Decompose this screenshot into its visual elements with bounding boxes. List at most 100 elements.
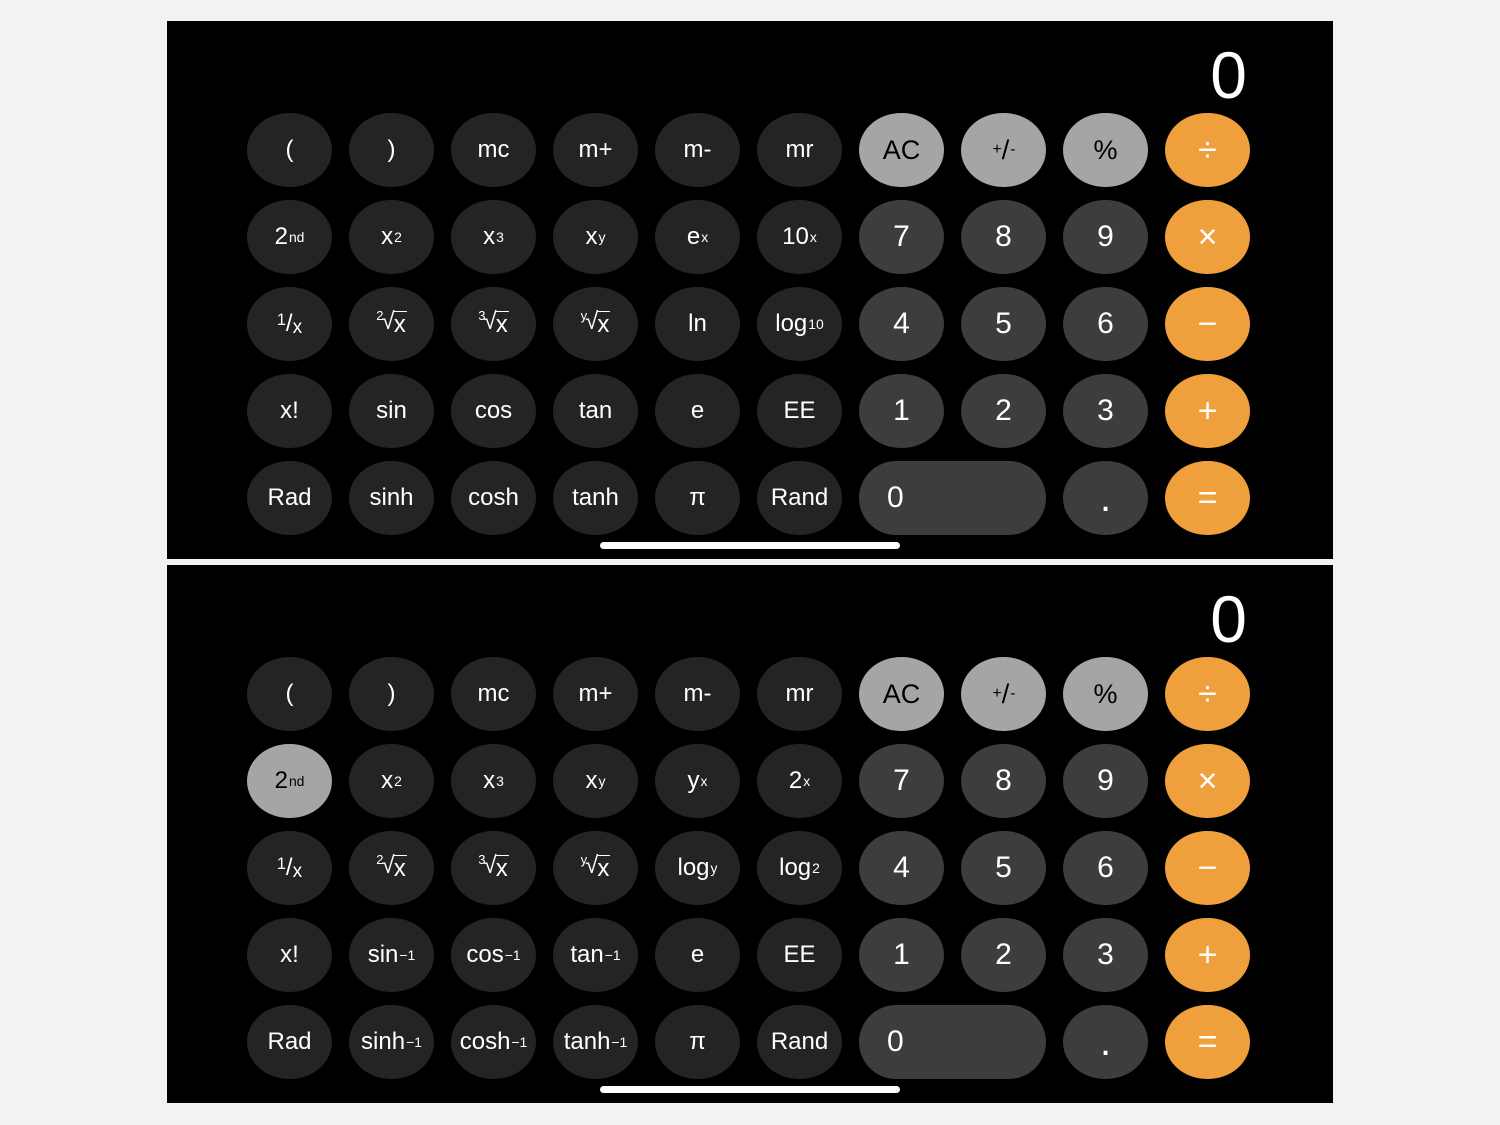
key-factorial[interactable]: x!: [247, 374, 332, 448]
key-digit-8[interactable]: 8: [961, 200, 1046, 274]
key-add[interactable]: +: [1165, 918, 1250, 992]
key-memory-recall[interactable]: mr: [757, 657, 842, 731]
key-log-base-y[interactable]: log y: [655, 831, 740, 905]
key-subtract[interactable]: −: [1165, 831, 1250, 905]
key-euler-constant[interactable]: e: [655, 918, 740, 992]
key-arcsine[interactable]: sin −1: [349, 918, 434, 992]
key-digit-3[interactable]: 3: [1063, 374, 1148, 448]
key-natural-log[interactable]: ln: [655, 287, 740, 361]
key-decimal-point[interactable]: .: [1063, 461, 1148, 535]
key-divide[interactable]: ÷: [1165, 657, 1250, 731]
key-ten-to-the-x[interactable]: 10 x: [757, 200, 842, 274]
key-sine[interactable]: sin: [349, 374, 434, 448]
key-divide[interactable]: ÷: [1165, 113, 1250, 187]
key-arccosine[interactable]: cos −1: [451, 918, 536, 992]
key-cosine[interactable]: cos: [451, 374, 536, 448]
key-multiply[interactable]: ×: [1165, 200, 1250, 274]
key-factorial[interactable]: x!: [247, 918, 332, 992]
key-equals[interactable]: =: [1165, 461, 1250, 535]
key-memory-clear[interactable]: mc: [451, 657, 536, 731]
key-all-clear[interactable]: AC: [859, 657, 944, 731]
key-add[interactable]: +: [1165, 374, 1250, 448]
key-square-root[interactable]: 2 √ x: [349, 831, 434, 905]
key-x-cubed[interactable]: x3: [451, 200, 536, 274]
key-reciprocal[interactable]: 1/x: [247, 287, 332, 361]
key-subtract[interactable]: −: [1165, 287, 1250, 361]
key-y-to-the-x[interactable]: yx: [655, 744, 740, 818]
key-exponent-entry[interactable]: EE: [757, 374, 842, 448]
key-sign-toggle[interactable]: + / -: [961, 657, 1046, 731]
key-memory-add[interactable]: m+: [553, 113, 638, 187]
key-random-number[interactable]: Rand: [757, 461, 842, 535]
key-equals[interactable]: =: [1165, 1005, 1250, 1079]
key-digit-0[interactable]: 0: [859, 1005, 1046, 1079]
key-tangent[interactable]: tan: [553, 374, 638, 448]
key-hyperbolic-cosine[interactable]: cosh: [451, 461, 536, 535]
key-digit-2[interactable]: 2: [961, 374, 1046, 448]
home-indicator[interactable]: [600, 1086, 900, 1093]
key-inverse-hyperbolic-cosine[interactable]: cosh −1: [451, 1005, 536, 1079]
key-radian-mode[interactable]: Rad: [247, 1005, 332, 1079]
key-multiply[interactable]: ×: [1165, 744, 1250, 818]
key-exponent-entry[interactable]: EE: [757, 918, 842, 992]
key-digit-5[interactable]: 5: [961, 287, 1046, 361]
key-x-cubed[interactable]: x3: [451, 744, 536, 818]
key-pi-constant[interactable]: π: [655, 461, 740, 535]
key-log-base-10[interactable]: log 10: [757, 287, 842, 361]
key-memory-recall[interactable]: mr: [757, 113, 842, 187]
key-memory-subtract[interactable]: m-: [655, 657, 740, 731]
key-hyperbolic-sine[interactable]: sinh: [349, 461, 434, 535]
key-sign-toggle[interactable]: + / -: [961, 113, 1046, 187]
key-second-function[interactable]: 2nd: [247, 200, 332, 274]
key-digit-1[interactable]: 1: [859, 374, 944, 448]
key-digit-3[interactable]: 3: [1063, 918, 1148, 992]
key-digit-4[interactable]: 4: [859, 831, 944, 905]
key-arctangent[interactable]: tan −1: [553, 918, 638, 992]
key-square-root[interactable]: 2 √ x: [349, 287, 434, 361]
key-digit-6[interactable]: 6: [1063, 831, 1148, 905]
key-second-function[interactable]: 2nd: [247, 744, 332, 818]
key-euler-constant[interactable]: e: [655, 374, 740, 448]
home-indicator[interactable]: [600, 542, 900, 549]
key-x-to-the-y[interactable]: xy: [553, 744, 638, 818]
key-digit-9[interactable]: 9: [1063, 744, 1148, 818]
key-x-squared[interactable]: x2: [349, 200, 434, 274]
key-all-clear[interactable]: AC: [859, 113, 944, 187]
key-digit-0[interactable]: 0: [859, 461, 1046, 535]
key-open-paren[interactable]: (: [247, 113, 332, 187]
key-x-squared[interactable]: x2: [349, 744, 434, 818]
key-digit-1[interactable]: 1: [859, 918, 944, 992]
key-hyperbolic-tangent[interactable]: tanh: [553, 461, 638, 535]
key-y-root[interactable]: y √ x: [553, 831, 638, 905]
key-digit-6[interactable]: 6: [1063, 287, 1148, 361]
key-cube-root[interactable]: 3 √ x: [451, 287, 536, 361]
key-x-to-the-y[interactable]: xy: [553, 200, 638, 274]
key-radian-mode[interactable]: Rad: [247, 461, 332, 535]
key-memory-subtract[interactable]: m-: [655, 113, 740, 187]
key-inverse-hyperbolic-tangent[interactable]: tanh −1: [553, 1005, 638, 1079]
key-reciprocal[interactable]: 1/x: [247, 831, 332, 905]
key-digit-7[interactable]: 7: [859, 744, 944, 818]
key-digit-7[interactable]: 7: [859, 200, 944, 274]
key-digit-8[interactable]: 8: [961, 744, 1046, 818]
key-log-base-2[interactable]: log 2: [757, 831, 842, 905]
key-pi-constant[interactable]: π: [655, 1005, 740, 1079]
key-percent[interactable]: %: [1063, 113, 1148, 187]
key-close-paren[interactable]: ): [349, 657, 434, 731]
key-digit-9[interactable]: 9: [1063, 200, 1148, 274]
key-open-paren[interactable]: (: [247, 657, 332, 731]
key-cube-root[interactable]: 3 √ x: [451, 831, 536, 905]
key-memory-add[interactable]: m+: [553, 657, 638, 731]
key-digit-4[interactable]: 4: [859, 287, 944, 361]
key-digit-5[interactable]: 5: [961, 831, 1046, 905]
key-decimal-point[interactable]: .: [1063, 1005, 1148, 1079]
key-digit-2[interactable]: 2: [961, 918, 1046, 992]
key-y-root[interactable]: y √ x: [553, 287, 638, 361]
key-random-number[interactable]: Rand: [757, 1005, 842, 1079]
key-percent[interactable]: %: [1063, 657, 1148, 731]
key-memory-clear[interactable]: mc: [451, 113, 536, 187]
key-two-to-the-x[interactable]: 2x: [757, 744, 842, 818]
key-e-to-the-x[interactable]: ex: [655, 200, 740, 274]
key-inverse-hyperbolic-sine[interactable]: sinh −1: [349, 1005, 434, 1079]
key-close-paren[interactable]: ): [349, 113, 434, 187]
